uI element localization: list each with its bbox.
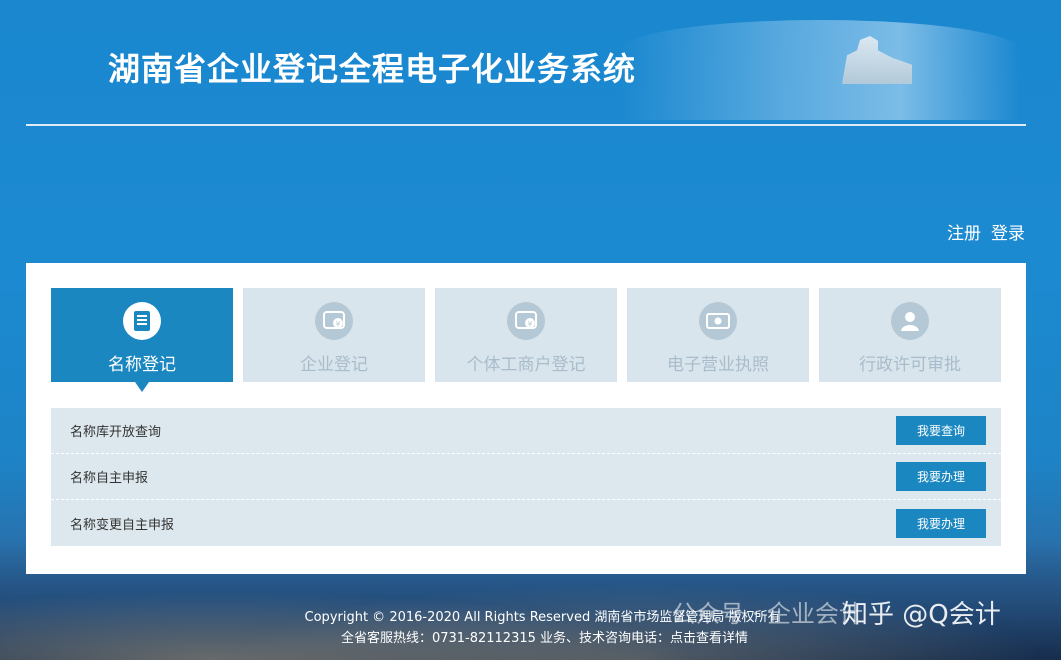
title-divider [26, 124, 1026, 126]
watermark: 公众号 · 企业会计 知乎 @Q会计 [672, 594, 1001, 630]
tab-label: 个体工商户登记 [466, 355, 586, 375]
list-item-label: 名称库开放查询 [70, 425, 162, 440]
login-link[interactable]: 登录 [991, 219, 1025, 244]
tab-label: 企业登记 [300, 355, 368, 375]
handle-button[interactable]: 我要办理 [896, 462, 986, 491]
svg-text:¥: ¥ [336, 320, 341, 328]
query-button[interactable]: 我要查询 [896, 416, 986, 445]
tab-electronic-license[interactable]: 电子营业执照 [627, 288, 809, 382]
main-panel: 名称登记 ¥ 企业登记 ¥ 个体工商户登记 电子营业执照 行政许可审批 名称库开… [26, 263, 1026, 574]
service-list: 名称库开放查询 我要查询 名称自主申报 我要办理 名称变更自主申报 我要办理 [51, 408, 1001, 546]
service-tabs: 名称登记 ¥ 企业登记 ¥ 个体工商户登记 电子营业执照 行政许可审批 [51, 288, 1001, 392]
header-decoration [620, 20, 1020, 120]
register-link[interactable]: 注册 [947, 219, 981, 244]
document-icon [123, 302, 161, 340]
list-item: 名称库开放查询 我要查询 [51, 408, 1001, 454]
list-item-label: 名称变更自主申报 [70, 517, 175, 533]
license-icon [699, 302, 737, 340]
svg-text:¥: ¥ [528, 320, 533, 328]
list-item: 名称变更自主申报 我要办理 [51, 500, 1001, 546]
tab-name-registration[interactable]: 名称登记 [51, 288, 233, 392]
list-item: 名称自主申报 我要办理 [51, 454, 1001, 500]
individual-business-icon: ¥ [507, 302, 545, 340]
watermark-left: 公众号 · 企业会计 [672, 600, 863, 628]
auth-links: 注册 登录 [947, 219, 1025, 244]
handle-button[interactable]: 我要办理 [896, 508, 986, 538]
site-title: 湖南省企业登记全程电子化业务系统 [108, 50, 637, 88]
tab-individual-business[interactable]: ¥ 个体工商户登记 [435, 288, 617, 382]
list-item-label: 名称自主申报 [70, 471, 149, 486]
tab-enterprise-registration[interactable]: ¥ 企业登记 [243, 288, 425, 382]
tab-label: 行政许可审批 [859, 355, 961, 375]
watermark-right: 知乎 @Q会计 [842, 600, 1001, 630]
approval-icon [891, 302, 929, 340]
tab-label: 电子营业执照 [667, 355, 769, 375]
tab-administrative-approval[interactable]: 行政许可审批 [819, 288, 1001, 382]
enterprise-icon: ¥ [315, 302, 353, 340]
tab-label: 名称登记 [108, 355, 176, 375]
